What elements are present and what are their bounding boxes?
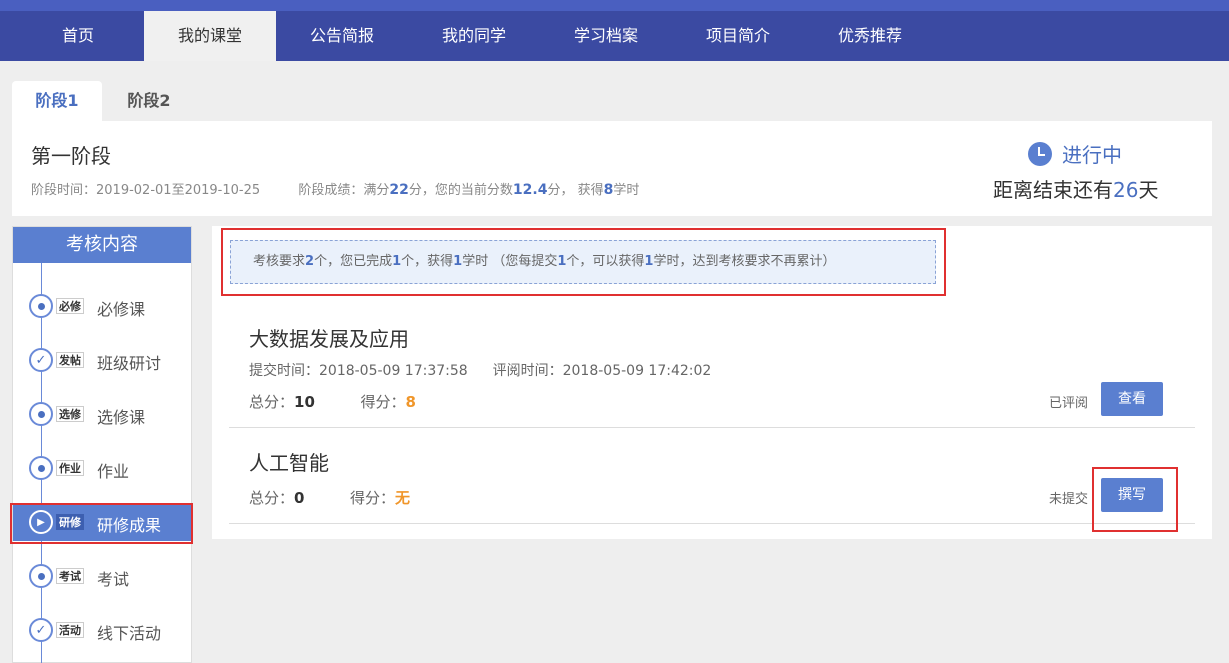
work-card: 大数据发展及应用 提交时间：2018-05-09 17:37:58 评阅时间：2… xyxy=(229,310,1195,428)
nav-recommendations[interactable]: 优秀推荐 xyxy=(804,11,936,61)
review-status: 已评阅 xyxy=(1049,396,1089,411)
countdown-suffix: 天 xyxy=(1138,178,1159,202)
score-value: 8 xyxy=(405,393,416,411)
total-value: 0 xyxy=(294,489,305,507)
score-label: 得分： xyxy=(350,489,396,507)
sidebar-item-label: 班级研讨 xyxy=(97,354,162,373)
work-card: 人工智能 总分：0 得分：无 未提交 撰写 xyxy=(229,428,1195,524)
work-title: 人工智能 xyxy=(249,451,329,475)
clock-icon xyxy=(1028,141,1052,166)
work-score: 总分：0 得分：无 xyxy=(249,487,410,508)
sidebar-item-label: 作业 xyxy=(97,462,130,481)
score-value: 无 xyxy=(395,489,411,507)
view-button[interactable]: 查看 xyxy=(1101,382,1163,416)
sidebar-item-exam[interactable]: 考试 考试 xyxy=(13,557,191,595)
work-score: 总分：10 得分：8 xyxy=(249,391,416,412)
tab-stage-2[interactable]: 阶段2 xyxy=(104,81,194,121)
work-title: 大数据发展及应用 xyxy=(249,327,409,351)
sidebar-item-tag: 作业 xyxy=(56,460,84,476)
stage-time-label: 阶段时间： xyxy=(31,183,97,198)
stage-title: 第一阶段 xyxy=(31,144,111,168)
countdown-days: 26 xyxy=(1113,178,1139,202)
tab-stage-1[interactable]: 阶段1 xyxy=(12,81,102,121)
sidebar-title: 考核内容 xyxy=(13,227,191,263)
highlight-box xyxy=(221,228,946,296)
highlight-box xyxy=(10,503,193,544)
work-times: 提交时间：2018-05-09 17:37:58 评阅时间：2018-05-09… xyxy=(249,360,711,380)
nav-announcements[interactable]: 公告简报 xyxy=(276,11,408,61)
stage-info-panel: 第一阶段 阶段时间：2019-02-01至2019-10-25 阶段成绩：满分2… xyxy=(12,121,1212,216)
stage-full-score: 22 xyxy=(389,182,409,198)
stage-score-end: 学时 xyxy=(613,183,640,198)
check-icon: ✓ xyxy=(29,618,53,642)
stage-hours: 8 xyxy=(603,182,614,198)
sidebar-item-tag: 活动 xyxy=(56,622,84,638)
nav-my-classroom[interactable]: 我的课堂 xyxy=(144,11,276,61)
review-time: 2018-05-09 17:42:02 xyxy=(562,363,712,379)
sidebar-item-tag: 发帖 xyxy=(56,352,84,368)
sidebar-item-homework[interactable]: 作业 作业 xyxy=(13,449,191,487)
dot-icon xyxy=(29,294,53,318)
highlight-box xyxy=(1092,467,1178,532)
nav-learning-records[interactable]: 学习档案 xyxy=(540,11,672,61)
sidebar-item-label: 线下活动 xyxy=(97,624,162,643)
top-nav: 首页 我的课堂 公告简报 我的同学 学习档案 项目简介 优秀推荐 xyxy=(0,0,1229,61)
stage-score-label: 阶段成绩：满分 xyxy=(298,183,390,198)
assessment-sidebar: 考核内容 必修 必修课 ✓ 发帖 班级研讨 选修 选修课 作业 作业 ▶ 研修 … xyxy=(12,226,192,663)
stage-status: 进行中 xyxy=(1028,139,1122,168)
countdown-prefix: 距离结束还有 xyxy=(993,178,1113,202)
dot-icon xyxy=(29,456,53,480)
nav-project-intro[interactable]: 项目简介 xyxy=(672,11,804,61)
dot-icon xyxy=(29,402,53,426)
sidebar-item-label: 选修课 xyxy=(97,408,146,427)
sidebar-item-required-course[interactable]: 必修 必修课 xyxy=(13,287,191,325)
sidebar-item-tag: 必修 xyxy=(56,298,84,314)
check-icon: ✓ xyxy=(29,348,53,372)
review-time-label: 评阅时间： xyxy=(492,363,563,379)
submit-status: 未提交 xyxy=(1049,492,1089,507)
sidebar-item-tag: 选修 xyxy=(56,406,84,422)
sidebar-item-class-discussion[interactable]: ✓ 发帖 班级研讨 xyxy=(13,341,191,379)
total-label: 总分： xyxy=(249,489,295,507)
stage-score-mid2: 分， 获得 xyxy=(547,183,604,198)
sidebar-item-elective-course[interactable]: 选修 选修课 xyxy=(13,395,191,433)
stage-time-value: 2019-02-01至2019-10-25 xyxy=(96,183,261,198)
sidebar-item-tag: 考试 xyxy=(56,568,84,584)
stage-current-score: 12.4 xyxy=(512,182,548,198)
sidebar-item-label: 考试 xyxy=(97,570,130,589)
score-label: 得分： xyxy=(360,393,406,411)
dot-icon xyxy=(29,564,53,588)
nav-home[interactable]: 首页 xyxy=(12,11,144,61)
stage-score-mid: 分，您的当前分数 xyxy=(408,183,513,198)
sidebar-item-label: 必修课 xyxy=(97,300,146,319)
submit-time-label: 提交时间： xyxy=(249,363,319,379)
stage-meta: 阶段时间：2019-02-01至2019-10-25 阶段成绩：满分22分，您的… xyxy=(31,179,639,198)
total-label: 总分： xyxy=(249,393,295,411)
status-text: 进行中 xyxy=(1062,143,1122,167)
total-value: 10 xyxy=(294,393,315,411)
submit-time: 2018-05-09 17:37:58 xyxy=(319,363,468,379)
nav-classmates[interactable]: 我的同学 xyxy=(408,11,540,61)
countdown: 距离结束还有26天 xyxy=(993,174,1158,203)
sidebar-item-offline-activity[interactable]: ✓ 活动 线下活动 xyxy=(13,611,191,649)
